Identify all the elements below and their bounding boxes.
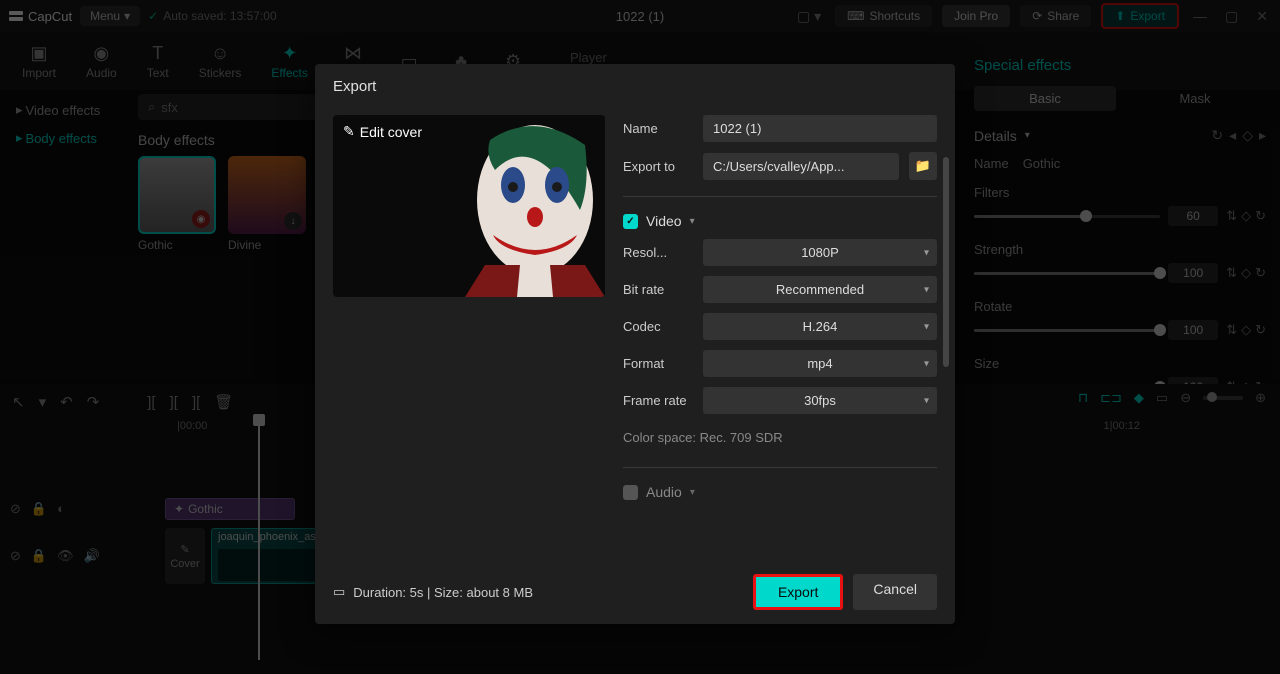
checkbox-unchecked-icon: [623, 485, 638, 500]
modal-scrollbar[interactable]: [943, 157, 949, 367]
chevron-down-icon: ▾: [690, 487, 695, 498]
name-input[interactable]: [703, 115, 937, 142]
framerate-label: Frame rate: [623, 393, 693, 408]
framerate-select[interactable]: 30fps▾: [703, 387, 937, 414]
chevron-down-icon: ▾: [924, 321, 929, 332]
chevron-down-icon: ▾: [924, 358, 929, 369]
export-modal: Export ✎ Edit cover: [315, 64, 955, 624]
codec-select[interactable]: H.264▾: [703, 313, 937, 340]
resolution-label: Resol...: [623, 245, 693, 260]
folder-icon: 📁: [915, 158, 931, 174]
bitrate-select[interactable]: Recommended▾: [703, 276, 937, 303]
export-path-input[interactable]: [703, 153, 899, 180]
checkbox-checked-icon: ✓: [623, 214, 638, 229]
modal-title: Export: [315, 64, 955, 103]
cover-thumbnail-image: [435, 115, 605, 297]
film-icon: ▭: [333, 584, 345, 600]
cancel-button[interactable]: Cancel: [853, 574, 937, 610]
color-space-text: Color space: Rec. 709 SDR: [623, 424, 937, 451]
chevron-down-icon: ▾: [690, 216, 695, 227]
export-to-label: Export to: [623, 159, 693, 174]
footer-info-text: Duration: 5s | Size: about 8 MB: [353, 585, 533, 600]
codec-label: Codec: [623, 319, 693, 334]
name-field-label: Name: [623, 121, 693, 136]
video-section-toggle[interactable]: ✓ Video ▾: [623, 213, 937, 229]
resolution-select[interactable]: 1080P▾: [703, 239, 937, 266]
bitrate-label: Bit rate: [623, 282, 693, 297]
cover-preview: ✎ Edit cover: [333, 115, 605, 297]
format-select[interactable]: mp4▾: [703, 350, 937, 377]
export-confirm-button[interactable]: Export: [753, 574, 843, 610]
format-label: Format: [623, 356, 693, 371]
pencil-icon: ✎: [343, 123, 355, 140]
edit-cover-button[interactable]: ✎ Edit cover: [343, 123, 422, 140]
audio-section-toggle[interactable]: Audio ▾: [623, 484, 937, 500]
browse-folder-button[interactable]: 📁: [909, 152, 937, 180]
chevron-down-icon: ▾: [924, 247, 929, 258]
chevron-down-icon: ▾: [924, 284, 929, 295]
chevron-down-icon: ▾: [924, 395, 929, 406]
